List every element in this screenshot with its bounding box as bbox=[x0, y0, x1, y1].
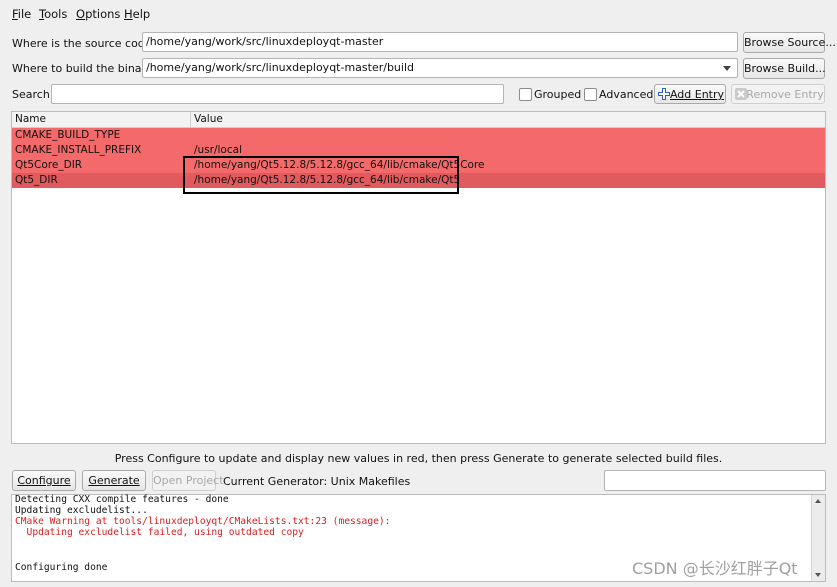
plus-icon bbox=[658, 88, 670, 100]
log-line: Updating excludelist... bbox=[15, 505, 148, 516]
browse-build-button[interactable]: Browse Build... bbox=[743, 58, 826, 79]
menu-bar: File Tools Options Help bbox=[0, 0, 837, 28]
build-path-combobox[interactable]: /home/yang/work/src/linuxdeployqt-master… bbox=[142, 58, 738, 78]
advanced-label: Advanced bbox=[599, 88, 654, 101]
search-label: Search: bbox=[12, 88, 54, 101]
source-path-input[interactable]: /home/yang/work/src/linuxdeployqt-master bbox=[142, 32, 738, 52]
watermark: CSDN @长沙红胖子Qt bbox=[632, 559, 798, 578]
advanced-checkbox[interactable] bbox=[584, 88, 597, 101]
menu-file[interactable]: File bbox=[12, 7, 31, 21]
generate-button[interactable]: Generate bbox=[82, 470, 146, 491]
annotation-box bbox=[183, 156, 459, 194]
build-path-value: /home/yang/work/src/linuxdeployqt-master… bbox=[146, 61, 415, 74]
grouped-checkbox[interactable] bbox=[519, 88, 532, 101]
remove-icon bbox=[735, 88, 747, 100]
row-name: Qt5Core_DIR bbox=[15, 159, 83, 171]
row-name: Qt5_DIR bbox=[15, 174, 58, 186]
table-header: Name Value bbox=[12, 112, 825, 128]
search-input[interactable] bbox=[51, 84, 504, 104]
log-line: Configuring done bbox=[15, 562, 108, 573]
log-scrollbar[interactable] bbox=[811, 495, 825, 581]
grouped-label: Grouped bbox=[534, 88, 582, 101]
log-line-warning: Updating excludelist failed, using outda… bbox=[15, 527, 304, 538]
browse-source-button[interactable]: Browse Source... bbox=[743, 32, 836, 53]
remove-entry-button[interactable]: Remove Entry bbox=[731, 84, 825, 104]
progress-field bbox=[604, 470, 826, 491]
menu-tools[interactable]: Tools bbox=[39, 7, 67, 21]
add-entry-button[interactable]: Add Entry bbox=[654, 84, 726, 104]
configure-button[interactable]: Configure bbox=[12, 470, 76, 491]
open-project-button[interactable]: Open Project bbox=[152, 470, 224, 491]
chevron-up-icon[interactable] bbox=[815, 499, 821, 503]
source-label: Where is the source code: bbox=[12, 37, 156, 50]
table-row[interactable]: CMAKE_BUILD_TYPE bbox=[12, 128, 825, 143]
chevron-down-icon[interactable] bbox=[723, 66, 731, 71]
column-header-name[interactable]: Name bbox=[15, 113, 46, 125]
log-line: Detecting CXX compile features - done bbox=[15, 494, 229, 505]
row-name: CMAKE_INSTALL_PREFIX bbox=[15, 144, 142, 156]
log-line-warning: CMake Warning at tools/linuxdeployqt/CMa… bbox=[15, 516, 391, 527]
current-generator: Current Generator: Unix Makefiles bbox=[223, 475, 411, 488]
chevron-down-icon[interactable] bbox=[815, 573, 821, 577]
remove-entry-label: Remove Entry bbox=[746, 88, 824, 101]
configure-label: Configure bbox=[17, 474, 71, 487]
add-entry-label: Add Entry bbox=[669, 88, 725, 101]
configure-hint: Press Configure to update and display ne… bbox=[114, 452, 723, 465]
menu-options[interactable]: Options bbox=[76, 7, 120, 21]
menu-help[interactable]: Help bbox=[124, 7, 150, 21]
row-name: CMAKE_BUILD_TYPE bbox=[15, 129, 121, 141]
column-divider[interactable] bbox=[190, 112, 191, 127]
column-header-value[interactable]: Value bbox=[194, 113, 223, 125]
generate-label: Generate bbox=[88, 474, 140, 487]
